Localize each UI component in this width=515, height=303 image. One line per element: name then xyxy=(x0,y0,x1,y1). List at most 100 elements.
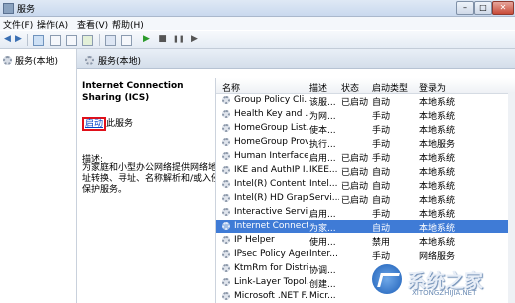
service-row[interactable]: Intel(R) Content ...Intel...已启动自动 本地系统 xyxy=(216,178,515,192)
service-startup: 自动 xyxy=(372,182,391,192)
forward-arrow-icon[interactable]: ▶ xyxy=(13,34,24,45)
service-status: 已启动 xyxy=(341,196,369,206)
properties-icon[interactable] xyxy=(50,35,61,46)
service-row[interactable]: Group Policy Cli... 该服... 已启动 自动 本地系统 xyxy=(216,94,515,108)
service-title: Internet Connection Sharing (ICS) xyxy=(82,81,184,103)
service-status: 已启动 xyxy=(341,98,369,108)
menu-action[interactable]: 操作(A) xyxy=(37,18,68,31)
column-description[interactable]: 描述 xyxy=(309,81,327,94)
gear-icon xyxy=(222,250,230,258)
service-row[interactable]: Interactive Servi...启用... 手动 本地系统 xyxy=(216,206,515,220)
minimize-button[interactable]: – xyxy=(456,1,474,15)
service-startup: 手动 xyxy=(372,126,391,136)
service-startup: 手动 xyxy=(372,112,391,122)
service-row[interactable]: Health Key and ... 为网... 手动 本地系统 xyxy=(216,108,515,122)
column-status[interactable]: 状态 xyxy=(341,81,359,94)
service-logon: 本地系统 xyxy=(419,238,456,248)
maximize-button[interactable]: □ xyxy=(474,1,492,15)
pane-header: 服务(本地) xyxy=(77,49,515,69)
service-desc: 启用... xyxy=(309,210,336,220)
header-label: 服务(本地) xyxy=(98,57,142,67)
watermark-subtext: XITONGZHIJIA.NET xyxy=(412,289,477,297)
service-status: 已启动 xyxy=(341,154,369,164)
gear-icon xyxy=(222,208,230,216)
service-logon: 本地系统 xyxy=(419,112,456,122)
column-name[interactable]: 名称 xyxy=(222,81,240,94)
gear-icon xyxy=(222,264,230,272)
service-desc: IKEE... xyxy=(309,165,338,175)
service-startup: 手动 xyxy=(372,140,391,150)
service-startup: 手动 xyxy=(372,210,391,220)
console-tree-icon[interactable] xyxy=(33,35,44,46)
tree-node-services-local[interactable]: 服务(本地) xyxy=(3,54,58,67)
back-arrow-icon[interactable]: ◀ xyxy=(2,34,13,45)
tree-node-label: 服务(本地) xyxy=(15,57,59,67)
service-startup: 自动 xyxy=(372,196,391,206)
column-startup-type[interactable]: 启动类型 xyxy=(372,81,408,94)
service-startup: 手动 xyxy=(372,154,391,164)
service-row[interactable]: Internet Connect...为家... 自动 本地系统 xyxy=(216,220,515,234)
start-action-suffix: 此服务 xyxy=(106,119,134,129)
service-name: Microsoft .NET F... xyxy=(234,291,308,301)
house-logo-icon xyxy=(372,264,402,294)
menu-file[interactable]: 文件(F) xyxy=(3,18,33,31)
help-icon[interactable] xyxy=(105,35,116,46)
service-desc: 该服... xyxy=(309,98,336,108)
service-name: HomeGroup Provi... xyxy=(234,137,308,147)
stop-service-icon[interactable]: ■ xyxy=(157,34,168,45)
service-name: Health Key and ... xyxy=(234,109,308,119)
refresh-icon[interactable] xyxy=(66,35,77,46)
gear-icon xyxy=(222,222,230,230)
service-startup: 禁用 xyxy=(372,238,391,248)
service-row[interactable]: Intel(R) HD Grap...Servi...已启动自动 本地系统 xyxy=(216,192,515,206)
gear-icon xyxy=(222,278,230,286)
service-desc: 创建... xyxy=(309,280,336,290)
service-desc: 为家... xyxy=(309,224,336,234)
gear-icon xyxy=(222,152,230,160)
service-desc: 执行... xyxy=(309,140,336,150)
start-service-link[interactable]: 启动 xyxy=(82,117,107,131)
service-logon: 本地系统 xyxy=(419,182,456,192)
close-button[interactable]: ✕ xyxy=(492,1,514,15)
service-desc: Micr... xyxy=(309,291,336,301)
menu-bar: 文件(F) 操作(A) 查看(V) 帮助(H) xyxy=(0,17,515,31)
service-logon: 本地系统 xyxy=(419,224,456,234)
view-icon[interactable] xyxy=(121,35,132,46)
service-desc: 启用... xyxy=(309,154,336,164)
gear-icon xyxy=(222,236,230,244)
export-list-icon[interactable] xyxy=(82,35,93,46)
service-row[interactable]: HomeGroup List... 使本... 手动 本地系统 xyxy=(216,122,515,136)
service-logon: 本地系统 xyxy=(419,98,456,108)
window-title: 服务 xyxy=(17,5,36,15)
service-desc: 使本... xyxy=(309,126,336,136)
service-startup: 自动 xyxy=(372,168,391,178)
menu-help[interactable]: 帮助(H) xyxy=(112,18,144,31)
toolbar: ◀ ▶ ▶ ■ ❚❚ ▶ xyxy=(0,31,515,49)
console-tree: 服务(本地) xyxy=(0,49,77,303)
pause-service-icon[interactable]: ❚❚ xyxy=(173,34,185,45)
service-startup: 自动 xyxy=(372,98,391,108)
service-logon: 本地系统 xyxy=(419,210,456,220)
service-desc: Inter... xyxy=(309,249,338,259)
gear-icon xyxy=(222,124,230,132)
service-row[interactable]: Human Interface...启用... 已启动手动 本地系统 xyxy=(216,150,515,164)
gear-icon xyxy=(222,138,230,146)
service-name: IKE and AuthIP I... xyxy=(234,165,308,175)
service-description: 为家庭和小型办公网络提供网络地址转换、寻址、名称解析和/或入侵保护服务。 xyxy=(82,163,221,195)
service-name: IP Helper xyxy=(234,235,275,245)
menu-view[interactable]: 查看(V) xyxy=(77,18,108,31)
service-desc: 使用... xyxy=(309,238,336,248)
watermark: 系统之家 XITONGZHIJIA.NET xyxy=(372,255,515,303)
service-desc: Servi... xyxy=(309,193,339,203)
column-logon-as[interactable]: 登录为 xyxy=(419,81,446,94)
gear-icon xyxy=(222,166,230,174)
service-name: Link-Layer Topol... xyxy=(234,277,308,287)
restart-service-icon[interactable]: ▶ xyxy=(189,34,200,45)
service-row[interactable]: IP Helper 使用... 禁用 本地系统 xyxy=(216,234,515,248)
start-action: 启动 此服务 xyxy=(82,116,134,131)
service-row[interactable]: HomeGroup Provi...执行... 手动 本地服务 xyxy=(216,136,515,150)
service-row[interactable]: IKE and AuthIP I... IKEE... 已启动 自动 本地系统 xyxy=(216,164,515,178)
service-logon: 本地系统 xyxy=(419,154,456,164)
start-service-icon[interactable]: ▶ xyxy=(141,34,152,45)
service-detail-panel: Internet Connection Sharing (ICS) 启动 此服务 … xyxy=(82,80,222,195)
